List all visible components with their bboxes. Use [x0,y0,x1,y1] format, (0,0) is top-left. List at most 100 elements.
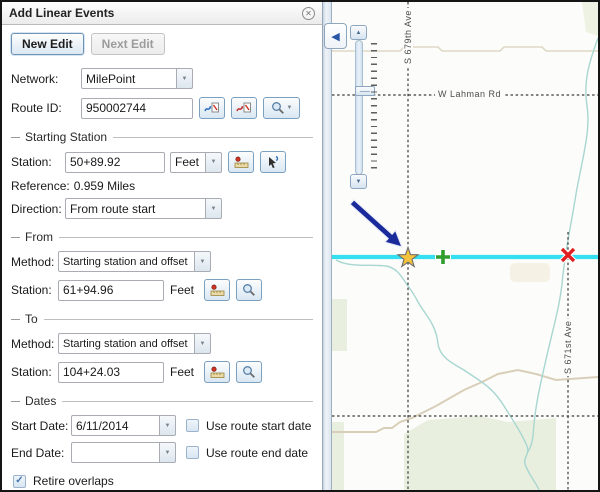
from-units-label: Feet [170,283,198,297]
next-edit-button[interactable]: Next Edit [91,33,165,55]
start-date-label: Start Date: [11,419,71,433]
map-zoom-slider: ▲ ▼ [350,25,398,193]
starting-station-input[interactable]: 50+89.92 [65,152,165,173]
start-date-dropdown-button[interactable]: ▼ [159,415,176,436]
search-icon [271,101,285,115]
road-label-vertical-left: S 679th Ave [403,8,413,66]
chevron-down-icon: ▼ [165,450,171,456]
reference-value: 0.959 Miles [74,179,135,193]
chevron-down-icon: ▼ [211,159,217,165]
from-method-value: Starting station and offset [58,251,194,272]
from-station-plus-marker [435,249,451,265]
clear-route-selection-button[interactable] [231,97,257,119]
zoom-to-to-button[interactable] [236,361,262,383]
to-station-input[interactable]: 104+24.03 [58,362,164,383]
search-icon [242,283,256,297]
network-dropdown-button[interactable]: ▼ [176,68,193,89]
route-id-label: Route ID: [11,101,81,115]
direction-label: Direction: [11,202,65,216]
panel-header: Add Linear Events ✕ [2,2,322,25]
use-route-start-date-checkbox[interactable] [186,419,199,432]
to-method-row: Method: Starting station and offset ▼ [11,333,313,354]
measure-station-button[interactable] [228,151,254,173]
to-legend: To [11,312,313,326]
zoom-slider-ticks [371,43,377,173]
zoom-slider-track[interactable] [355,40,363,175]
zoom-out-button[interactable]: ▼ [350,174,367,189]
select-route-on-map-button[interactable] [199,97,225,119]
station-label: Station: [11,283,58,297]
station-label: Station: [11,155,65,169]
end-date-row: End Date: ▼ Use route end date [11,442,313,463]
measure-icon [210,284,225,297]
measure-icon [210,366,225,379]
to-method-select[interactable]: Starting station and offset ▼ [58,333,211,354]
search-icon [242,365,256,379]
route-search-split-button[interactable]: ▼ [263,97,300,119]
use-route-start-date-label: Use route start date [206,419,311,433]
direction-select[interactable]: From route start ▼ [65,198,222,219]
direction-dropdown-button[interactable]: ▼ [205,198,222,219]
end-date-dropdown-button[interactable]: ▼ [159,442,176,463]
chevron-down-icon: ▼ [287,105,293,111]
retire-overlaps-checkbox[interactable]: ✓ [13,475,26,488]
road-label-vertical-right: S 671st Ave [563,319,573,376]
from-method-select[interactable]: Starting station and offset ▼ [58,251,211,272]
app-window: Add Linear Events ✕ New Edit Next Edit N… [0,0,600,492]
units-dropdown-button[interactable]: ▼ [205,152,222,173]
to-method-dropdown-button[interactable]: ▼ [194,333,211,354]
route-id-row: Route ID: 950002744 [11,97,313,119]
from-station-row: Station: 61+94.96 Feet [11,279,313,301]
reference-label: Reference: [11,179,70,193]
panel-title: Add Linear Events [9,6,302,20]
start-date-select[interactable]: 6/11/2014 ▼ [71,415,176,436]
chevron-down-icon: ▼ [200,259,206,265]
from-legend: From [11,230,313,244]
retire-overlaps-label: Retire overlaps [33,474,114,488]
highlight-arrow-icon [350,200,402,247]
zoom-to-from-button[interactable] [236,279,262,301]
new-edit-button[interactable]: New Edit [11,33,84,55]
panel-splitter[interactable] [323,2,332,490]
collapse-arrow-icon: ◀ [331,30,339,43]
close-icon[interactable]: ✕ [302,7,315,20]
collapse-panel-button[interactable]: ◀ [324,23,347,49]
use-route-end-date-label: Use route end date [206,446,308,460]
field-polygon [332,299,347,351]
retire-overlaps-option: ✓ Retire overlaps [13,474,313,488]
end-date-label: End Date: [11,446,71,460]
chevron-down-icon: ▼ [165,423,171,429]
chevron-down-icon: ▼ [182,76,188,82]
options-block: ✓ Retire overlaps ✓ Merge coincident eve… [13,474,313,492]
start-date-value: 6/11/2014 [71,415,159,436]
direction-value: From route start [65,198,205,219]
field-polygon [510,263,550,282]
down-arrow-icon: ▼ [356,179,362,185]
end-date-select[interactable]: ▼ [71,442,176,463]
reference-row: Reference: 0.959 Miles [11,179,313,193]
station-label: Station: [11,365,58,379]
up-arrow-icon: ▲ [356,30,362,36]
measure-from-button[interactable] [204,279,230,301]
use-route-end-date-checkbox[interactable] [186,446,199,459]
network-value: MilePoint [81,68,176,89]
from-method-row: Method: Starting station and offset ▼ [11,251,313,272]
route-id-input[interactable]: 950002744 [81,98,193,119]
to-station-row: Station: 104+24.03 Feet [11,361,313,383]
field-polygon [582,2,598,36]
starting-station-legend: Starting Station [11,130,313,144]
map-canvas[interactable]: W Lahman Rd S 679th Ave S 671st Ave ▲ ▼ [332,2,598,490]
from-station-input[interactable]: 61+94.96 [58,280,164,301]
units-select[interactable]: Feet ▼ [170,152,222,173]
measure-icon [234,156,249,169]
network-select[interactable]: MilePoint ▼ [81,68,193,89]
to-units-label: Feet [170,365,198,379]
zoom-in-button[interactable]: ▲ [350,25,367,40]
add-linear-events-panel: Add Linear Events ✕ New Edit Next Edit N… [2,2,323,490]
from-method-dropdown-button[interactable]: ▼ [194,251,211,272]
measure-to-button[interactable] [204,361,230,383]
direction-row: Direction: From route start ▼ [11,198,313,219]
to-method-value: Starting station and offset [58,333,194,354]
pick-station-on-map-button[interactable] [260,151,286,173]
starting-station-row: Station: 50+89.92 Feet ▼ [11,151,313,173]
